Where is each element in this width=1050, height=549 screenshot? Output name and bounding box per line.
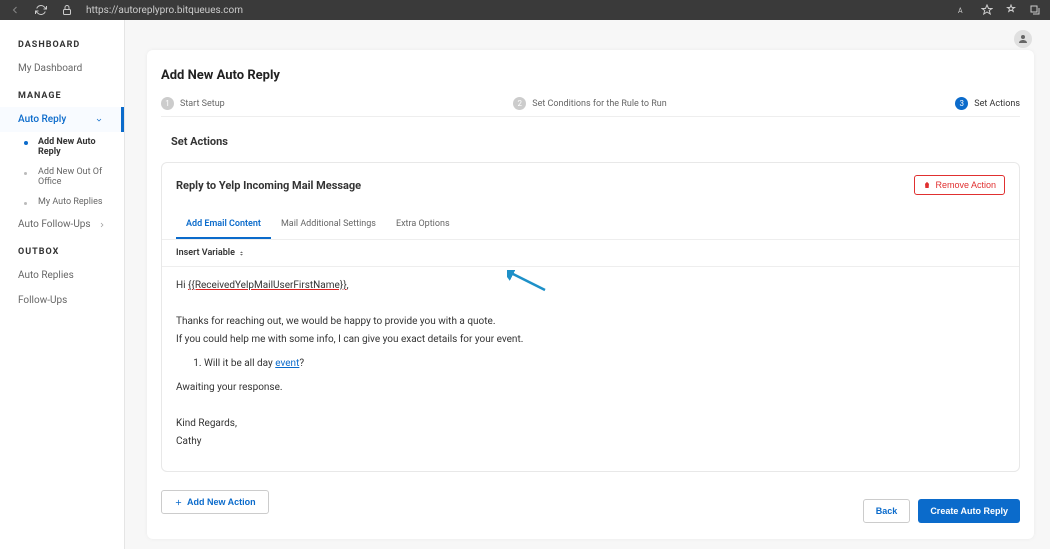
wizard-steps: 1 Start Setup 2 Set Conditions for the R… — [161, 97, 1020, 117]
chevron-right-icon — [98, 221, 106, 229]
sidebar-section-dashboard: DASHBOARD — [0, 30, 124, 56]
action-card: Reply to Yelp Incoming Mail Message Remo… — [161, 162, 1020, 472]
sidebar-item-add-auto-reply[interactable]: Add New Auto Reply — [30, 132, 124, 162]
editor-list-item: Will it be all day event? — [204, 355, 1005, 373]
lock-icon — [60, 3, 74, 17]
action-tabs: Add Email Content Mail Additional Settin… — [162, 201, 1019, 240]
step-label: Start Setup — [180, 99, 225, 109]
tab-extra-options[interactable]: Extra Options — [386, 211, 460, 239]
text: Hi — [176, 280, 188, 291]
editor-line: Kind Regards, — [176, 415, 1005, 433]
sidebar-section-outbox: OUTBOX — [0, 237, 124, 263]
step-number: 1 — [161, 97, 174, 110]
remove-action-button[interactable]: Remove Action — [914, 175, 1005, 195]
sidebar-item-label: Auto Follow-Ups — [18, 219, 91, 230]
sidebar-item-auto-followups[interactable]: Auto Follow-Ups — [0, 212, 124, 237]
sidebar-item-my-auto-replies[interactable]: My Auto Replies — [30, 192, 124, 212]
sidebar-item-outbox-followups[interactable]: Follow-Ups — [0, 288, 124, 313]
sidebar-item-add-ooo[interactable]: Add New Out Of Office — [30, 162, 124, 192]
editor-line: Awaiting your response. — [176, 379, 1005, 397]
profile-icon[interactable] — [1014, 30, 1032, 48]
sidebar-item-auto-reply[interactable]: Auto Reply — [0, 107, 124, 132]
create-auto-reply-button[interactable]: Create Auto Reply — [918, 499, 1020, 523]
favorites-bar-icon[interactable] — [1004, 3, 1018, 17]
sidebar-section-manage: MANAGE — [0, 81, 124, 107]
chevron-down-icon — [95, 116, 103, 124]
insert-variable-button[interactable]: Insert Variable — [176, 248, 235, 258]
collections-icon[interactable] — [1028, 3, 1042, 17]
add-new-action-button[interactable]: Add New Action — [161, 490, 269, 514]
link-text: event — [275, 358, 299, 369]
editor-line: Hi {{ReceivedYelpMailUserFirstName}}, — [176, 277, 1005, 295]
section-title: Set Actions — [171, 135, 1020, 148]
add-action-label: Add New Action — [187, 497, 256, 507]
email-body-editor[interactable]: Hi {{ReceivedYelpMailUserFirstName}}, Th… — [162, 267, 1019, 471]
text: Will it be all day — [204, 358, 275, 369]
sidebar-item-my-dashboard[interactable]: My Dashboard — [0, 56, 124, 81]
tab-mail-settings[interactable]: Mail Additional Settings — [271, 211, 386, 239]
browser-bar: https://autoreplypro.bitqueues.com A — [0, 0, 1050, 20]
editor-toolbar: Insert Variable — [162, 240, 1019, 267]
step-label: Set Actions — [974, 99, 1020, 109]
annotation-arrow — [507, 270, 547, 292]
sort-icon — [238, 250, 245, 257]
template-variable: {{ReceivedYelpMailUserFirstName}} — [188, 280, 347, 291]
refresh-icon[interactable] — [34, 3, 48, 17]
editor-line: If you could help me with some info, I c… — [176, 331, 1005, 349]
back-icon[interactable] — [8, 3, 22, 17]
step-number: 2 — [513, 97, 526, 110]
sidebar-item-outbox-auto-replies[interactable]: Auto Replies — [0, 263, 124, 288]
favorite-icon[interactable] — [980, 3, 994, 17]
trash-icon — [923, 181, 931, 189]
tab-add-email-content[interactable]: Add Email Content — [176, 211, 271, 239]
svg-text:A: A — [958, 7, 963, 15]
text: ? — [299, 358, 304, 369]
editor-line: Thanks for reaching out, we would be hap… — [176, 313, 1005, 331]
plus-icon — [174, 498, 183, 507]
remove-action-label: Remove Action — [935, 180, 996, 190]
sidebar: DASHBOARD My Dashboard MANAGE Auto Reply… — [0, 20, 125, 549]
step-set-conditions[interactable]: 2 Set Conditions for the Rule to Run — [513, 97, 666, 110]
page-title: Add New Auto Reply — [161, 68, 1020, 83]
main-content: Add New Auto Reply 1 Start Setup 2 Set C… — [125, 20, 1050, 549]
editor-line: Cathy — [176, 433, 1005, 451]
action-title: Reply to Yelp Incoming Mail Message — [176, 179, 361, 192]
step-set-actions[interactable]: 3 Set Actions — [955, 97, 1020, 110]
browser-right-icons: A — [956, 3, 1042, 17]
back-button[interactable]: Back — [863, 499, 911, 523]
step-number: 3 — [955, 97, 968, 110]
url-display[interactable]: https://autoreplypro.bitqueues.com — [86, 5, 944, 16]
step-label: Set Conditions for the Rule to Run — [532, 99, 666, 109]
text: , — [347, 280, 349, 291]
sidebar-item-label: Auto Reply — [18, 114, 66, 125]
step-start-setup[interactable]: 1 Start Setup — [161, 97, 225, 110]
text-size-icon[interactable]: A — [956, 3, 970, 17]
